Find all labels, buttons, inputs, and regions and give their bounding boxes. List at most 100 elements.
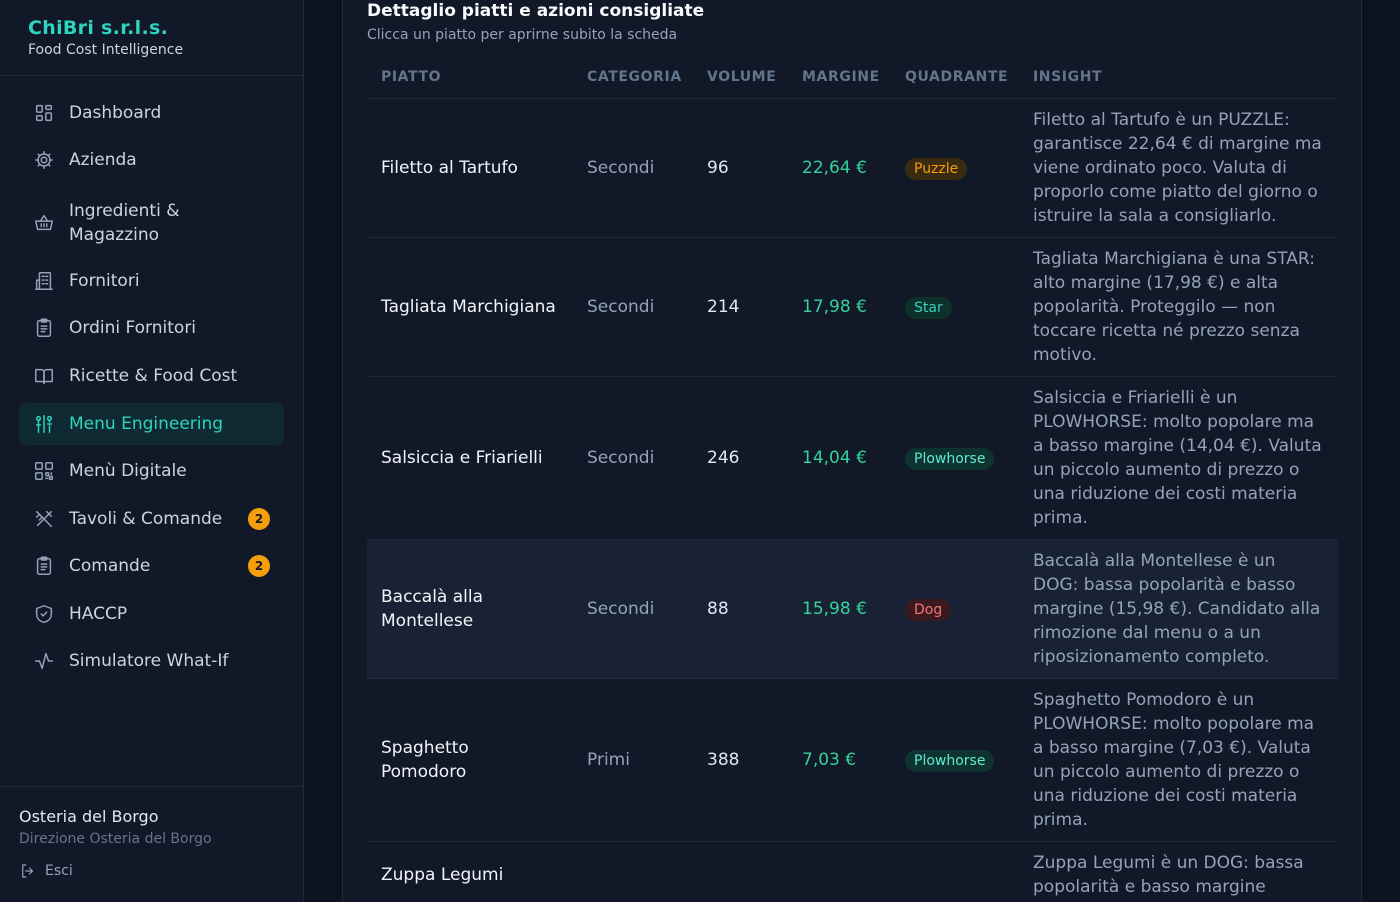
sidebar-item-ordini-fornitori[interactable]: Ordini Fornitori	[19, 307, 284, 349]
dish-margin: 7,03 €	[788, 678, 891, 842]
column-header-categoria: CATEGORIA	[573, 56, 693, 99]
dish-name: Baccalà alla Montellese	[367, 539, 573, 679]
dish-insight: Zuppa Legumi è un DOG: bassa popolarità …	[1019, 841, 1338, 902]
table-row[interactable]: Salsiccia e Friarielli Secondi 246 14,04…	[367, 376, 1338, 540]
gear-icon	[33, 149, 55, 171]
sidebar-item-label: Dashboard	[69, 103, 162, 123]
dish-insight: Filetto al Tartufo è un PUZZLE: garantis…	[1019, 98, 1338, 238]
table-row[interactable]: Zuppa Legumi Zuppa Legumi è un DOG: bass…	[367, 841, 1338, 902]
table-row[interactable]: Baccalà alla Montellese Secondi 88 15,98…	[367, 539, 1338, 679]
column-header-volume: VOLUME	[693, 56, 788, 99]
sidebar-item-label: Ordini Fornitori	[69, 318, 197, 338]
restaurant-name: Osteria del Borgo	[19, 807, 159, 826]
section-subtitle: Clicca un piatto per aprirne subito la s…	[367, 27, 678, 43]
engineering-icon	[33, 413, 55, 435]
sidebar: ChiBri s.r.l.s. Food Cost Intelligence D…	[0, 0, 304, 902]
sidebar-item-menu-engineering[interactable]: Menu Engineering	[19, 403, 284, 445]
clipboard-icon	[33, 555, 55, 577]
column-header-piatto: PIATTO	[367, 56, 573, 99]
qr-code-icon	[33, 460, 55, 482]
quadrant-cell: Star	[891, 237, 1019, 377]
brand-name: ChiBri s.r.l.s.	[28, 17, 169, 39]
sidebar-item-ricette[interactable]: Ricette & Food Cost	[19, 355, 284, 397]
dish-name: Spaghetto Pomodoro	[367, 678, 573, 842]
dish-margin: 15,98 €	[788, 539, 891, 679]
quadrant-badge: Dog	[905, 598, 952, 621]
logout-button[interactable]: Esci	[19, 862, 99, 880]
dish-insight: Tagliata Marchigiana è una STAR: alto ma…	[1019, 237, 1338, 377]
sidebar-footer: Osteria del Borgo Direzione Osteria del …	[0, 786, 304, 902]
sidebar-item-haccp[interactable]: HACCP	[19, 593, 284, 635]
sidebar-item-fornitori[interactable]: Fornitori	[19, 260, 284, 302]
utensils-icon	[33, 508, 55, 530]
dish-margin	[788, 841, 891, 902]
sidebar-item-label: HACCP	[69, 604, 128, 624]
sidebar-item-label: Fornitori	[69, 271, 140, 291]
dish-volume: 246	[693, 376, 788, 540]
sidebar-item-label: Azienda	[69, 150, 137, 170]
notification-badge: 2	[248, 508, 270, 530]
quadrant-cell	[891, 841, 1019, 902]
sidebar-item-menu-digitale[interactable]: Menù Digitale	[19, 450, 284, 492]
dish-name: Salsiccia e Friarielli	[367, 376, 573, 540]
sidebar-item-label: Menu Engineering	[69, 414, 224, 434]
column-header-insight: INSIGHT	[1019, 56, 1338, 99]
sidebar-item-label: Simulatore What-If	[69, 651, 229, 671]
dish-category: Primi	[573, 678, 693, 842]
dish-margin: 17,98 €	[788, 237, 891, 377]
dish-category: Secondi	[573, 539, 693, 679]
dish-category: Secondi	[573, 237, 693, 377]
quadrant-badge: Plowhorse	[905, 749, 995, 772]
dish-category: Secondi	[573, 98, 693, 238]
quadrant-badge: Star	[905, 296, 952, 319]
dishes-table: PIATTO CATEGORIA VOLUME MARGINE QUADRANT…	[367, 56, 1338, 902]
sidebar-item-ingredienti[interactable]: Ingredienti & Magazzino	[19, 195, 199, 251]
dish-category	[573, 841, 693, 902]
activity-icon	[33, 650, 55, 672]
sidebar-item-label: Ricette & Food Cost	[69, 366, 238, 386]
section-title: Dettaglio piatti e azioni consigliate	[367, 1, 705, 21]
quadrant-badge: Puzzle	[905, 157, 968, 180]
brand: ChiBri s.r.l.s. Food Cost Intelligence	[0, 0, 303, 76]
dish-name: Filetto al Tartufo	[367, 98, 573, 238]
book-icon	[33, 365, 55, 387]
user-role: Direzione Osteria del Borgo	[19, 831, 212, 847]
dish-margin: 14,04 €	[788, 376, 891, 540]
dish-name: Tagliata Marchigiana	[367, 237, 573, 377]
dish-detail-panel: Dettaglio piatti e azioni consigliate Cl…	[342, 0, 1362, 902]
sidebar-item-label: Ingredienti & Magazzino	[69, 201, 180, 245]
table-row[interactable]: Spaghetto Pomodoro Primi 388 7,03 € Plow…	[367, 678, 1338, 842]
dish-insight: Baccalà alla Montellese è un DOG: bassa …	[1019, 539, 1338, 679]
brand-subtitle: Food Cost Intelligence	[28, 42, 184, 58]
sidebar-item-label: Menù Digitale	[69, 461, 187, 481]
quadrant-cell: Dog	[891, 539, 1019, 679]
building-icon	[33, 270, 55, 292]
table-row[interactable]: Filetto al Tartufo Secondi 96 22,64 € Pu…	[367, 98, 1338, 238]
sidebar-item-azienda[interactable]: Azienda	[19, 139, 284, 181]
table-row[interactable]: Tagliata Marchigiana Secondi 214 17,98 €…	[367, 237, 1338, 377]
column-header-margine: MARGINE	[788, 56, 891, 99]
sidebar-item-comande[interactable]: Comande 2	[19, 545, 284, 587]
column-header-quadrante: QUADRANTE	[891, 56, 1019, 99]
notification-badge: 2	[248, 555, 270, 577]
dish-volume: 88	[693, 539, 788, 679]
dish-margin: 22,64 €	[788, 98, 891, 238]
sidebar-item-dashboard[interactable]: Dashboard	[19, 92, 284, 134]
quadrant-badge: Plowhorse	[905, 447, 995, 470]
quadrant-cell: Plowhorse	[891, 376, 1019, 540]
table-header-row: PIATTO CATEGORIA VOLUME MARGINE QUADRANT…	[367, 56, 1338, 99]
dish-category: Secondi	[573, 376, 693, 540]
sidebar-item-label: Comande	[69, 556, 151, 576]
basket-icon	[33, 212, 55, 234]
quadrant-cell: Puzzle	[891, 98, 1019, 238]
dish-volume: 96	[693, 98, 788, 238]
dish-volume: 214	[693, 237, 788, 377]
dish-insight: Spaghetto Pomodoro è un PLOWHORSE: molto…	[1019, 678, 1338, 842]
sidebar-item-simulatore[interactable]: Simulatore What-If	[19, 640, 284, 682]
dashboard-icon	[33, 102, 55, 124]
logout-label: Esci	[45, 863, 73, 879]
shield-icon	[33, 603, 55, 625]
sidebar-item-tavoli-comande[interactable]: Tavoli & Comande 2	[19, 498, 284, 540]
dish-name: Zuppa Legumi	[367, 841, 573, 902]
dish-volume: 388	[693, 678, 788, 842]
